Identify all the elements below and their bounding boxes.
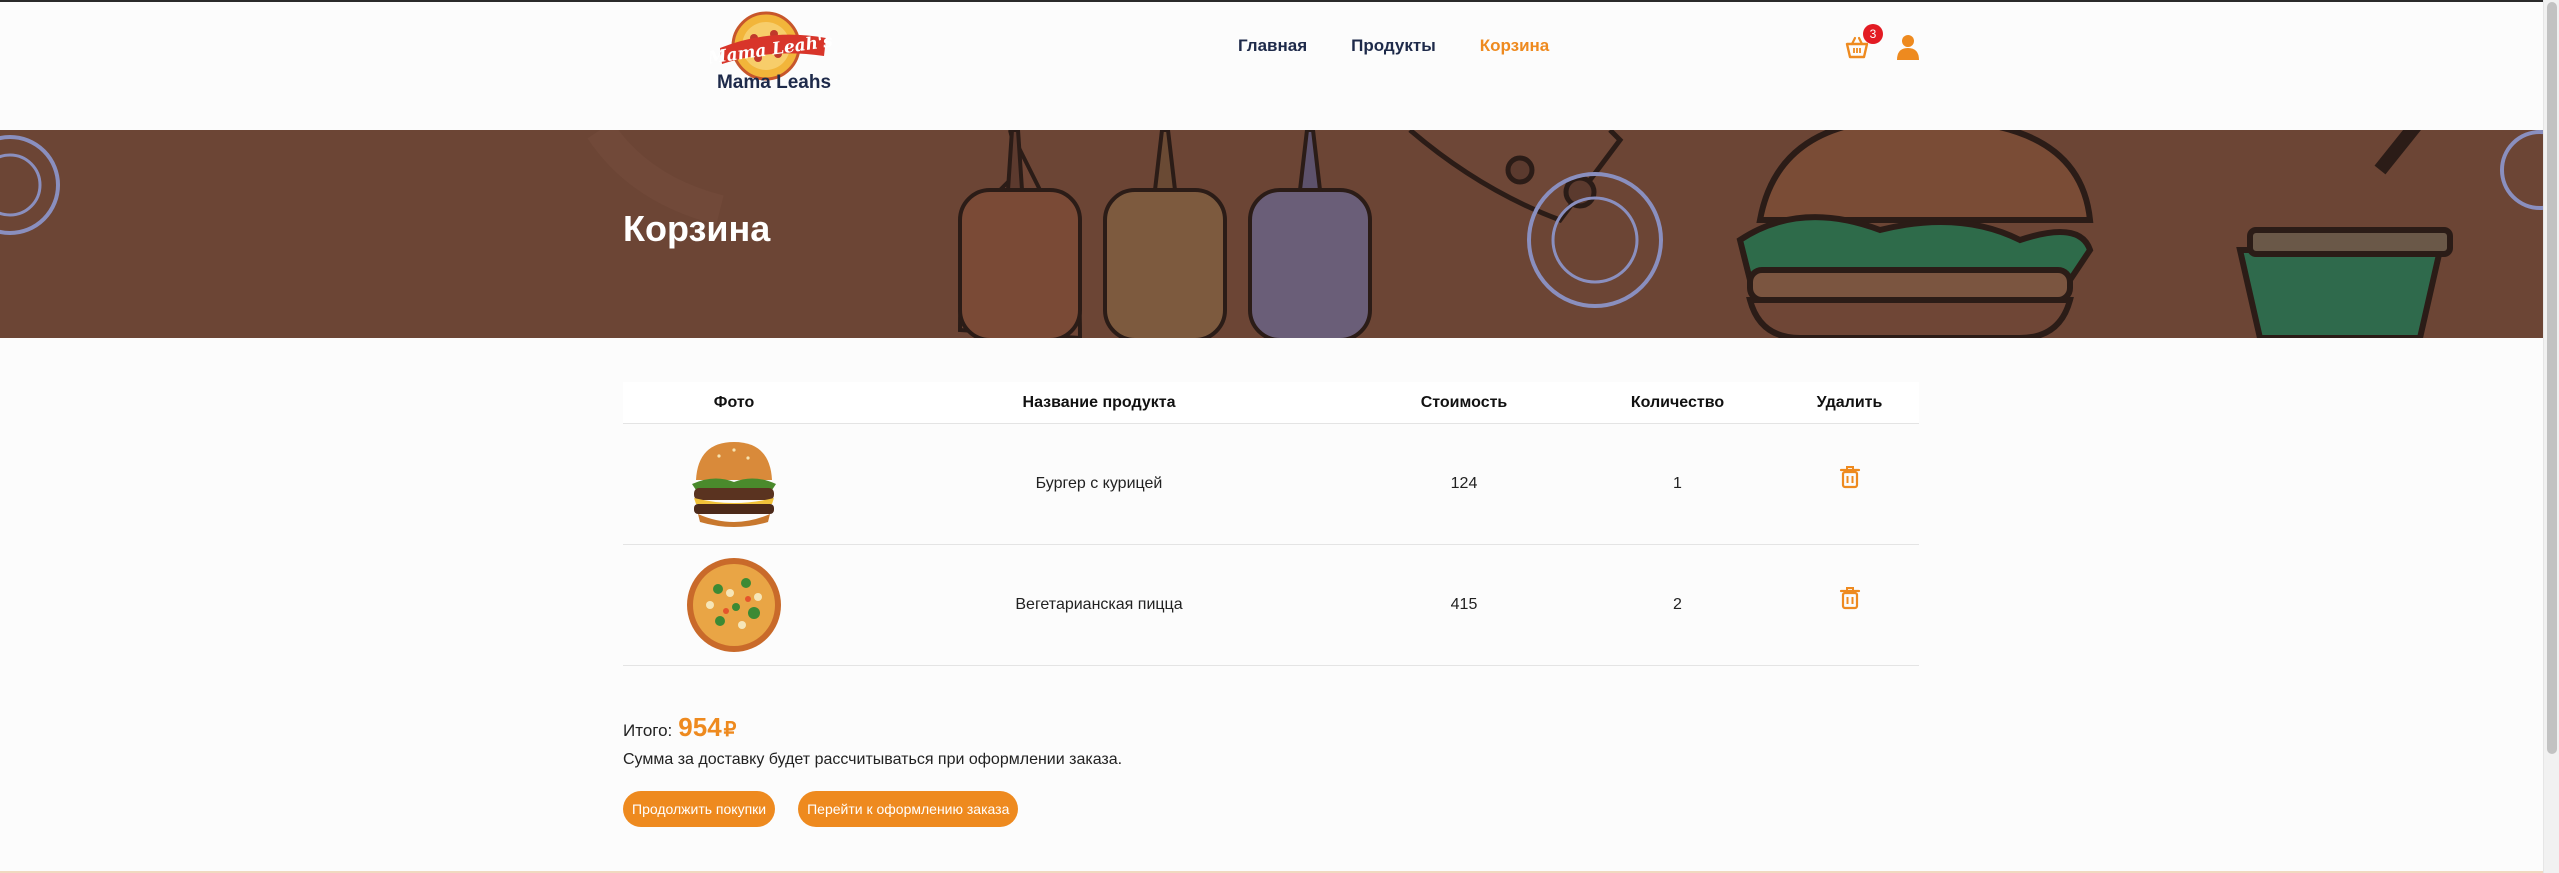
scrollbar-thumb[interactable] [2547,2,2557,754]
col-quantity: Количество [1630,393,1725,411]
table-header: Фото Название продукта Стоимость Количес… [623,382,1919,424]
product-quantity: 2 [1673,596,1682,613]
pizza-image [687,558,781,652]
nav-products[interactable]: Продукты [1351,36,1436,56]
cart-table: Фото Название продукта Стоимость Количес… [623,382,1919,666]
total-label: Итого: [623,721,673,740]
total-amount: 954 [678,712,722,742]
brand-name: Mama Leahs [716,72,832,93]
delivery-note: Сумма за доставку будет рассчитываться п… [623,751,1123,768]
col-delete: Удалить [1816,393,1883,411]
page-banner: Корзина [0,130,2543,338]
cart-actions: Продолжить покупки Перейти к оформлению … [623,791,1019,827]
nav-home[interactable]: Главная [1238,36,1307,56]
continue-shopping-button[interactable]: Продолжить покупки [623,791,776,827]
table-row: Бургер с курицей 124 1 [623,424,1919,545]
col-price: Стоимость [1420,393,1508,411]
product-price: 124 [1450,475,1478,492]
product-price: 415 [1450,596,1478,613]
col-name: Название продукта [1022,393,1176,411]
table-row: Вегетарианская пицца 415 2 [623,545,1919,666]
checkout-button[interactable]: Перейти к оформлению заказа [798,791,1019,827]
main-nav: Главная Продукты Корзина [1238,36,1549,56]
site-header: Mama Leah's Mama Leahs Главная Продукты … [0,2,2543,130]
page-scrollbar[interactable] [2543,0,2559,873]
nav-cart[interactable]: Корзина [1480,36,1550,56]
banner-food-illustration [0,130,2543,338]
trash-icon[interactable] [1839,586,1861,610]
currency-symbol: ₽ [723,719,737,741]
product-name: Бургер с курицей [1035,475,1163,492]
trash-icon[interactable] [1839,465,1861,489]
page-title: Корзина [623,208,771,249]
product-quantity: 1 [1673,475,1682,492]
user-icon[interactable] [1896,34,1920,60]
product-name: Вегетарианская пицца [1015,596,1183,613]
burger-image [692,442,776,527]
cart-count-badge: 3 [1863,24,1883,44]
cart-summary: Итого: 954 ₽ Сумма за доставку будет рас… [623,712,1122,769]
col-photo: Фото [713,393,755,411]
